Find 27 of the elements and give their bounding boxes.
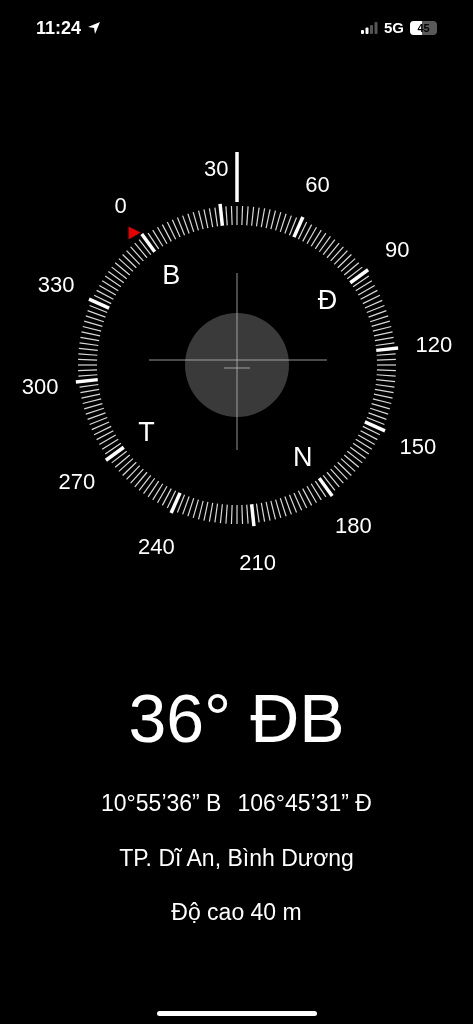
dial-label: 210 [239, 549, 277, 575]
cardinal-letter: N [293, 441, 313, 472]
location-arrow-icon [87, 21, 102, 35]
network-label: 5G [384, 17, 404, 38]
latitude: 10°55’36” B [101, 789, 222, 818]
cardinal-letter: T [138, 416, 155, 447]
signal-icon [361, 22, 378, 34]
dial-label: 90 [384, 236, 410, 262]
cardinal-letter: B [162, 260, 181, 291]
dial-label: 330 [37, 272, 75, 298]
dial-label: 30 [204, 156, 229, 182]
heading-indicator [235, 152, 239, 202]
location-name: TP. Dĩ An, Bình Dương [119, 843, 354, 873]
north-marker-icon [128, 226, 141, 240]
dial-label: 0 [114, 192, 127, 218]
dial-label: 120 [415, 332, 453, 358]
dial-label: 150 [399, 433, 437, 459]
longitude: 106°45’31” Đ [237, 789, 372, 818]
dial-label: 60 [305, 172, 330, 198]
dial-label: 180 [335, 513, 372, 539]
dial-label: 300 [21, 373, 59, 399]
cardinal-letter: Đ [317, 285, 338, 316]
status-time: 11:24 [36, 16, 82, 40]
dial-label: 270 [58, 469, 96, 495]
dial-label: 240 [138, 533, 175, 559]
altitude: Độ cao 40 m [171, 898, 302, 927]
heading-reading: 36° ĐB [128, 684, 345, 752]
